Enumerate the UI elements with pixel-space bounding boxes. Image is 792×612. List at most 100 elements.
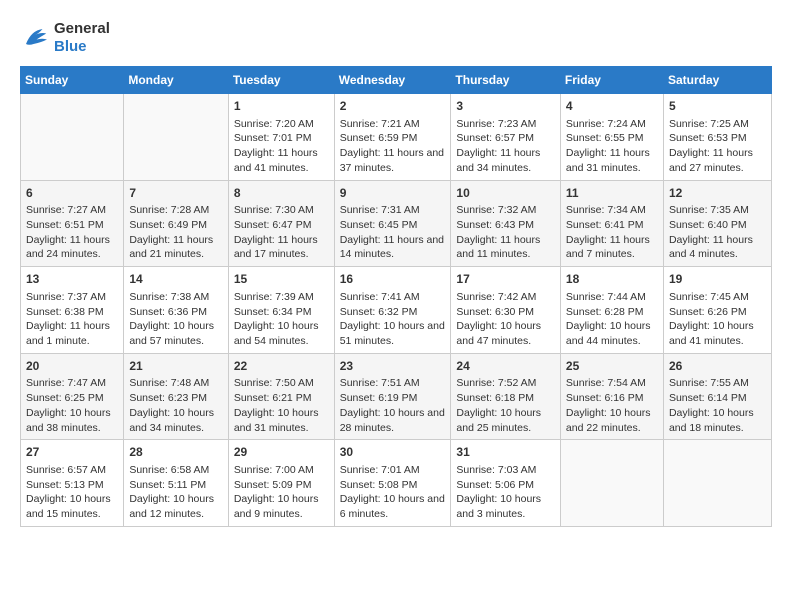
day-info: Sunrise: 7:00 AM	[234, 463, 329, 478]
day-info: Sunset: 6:36 PM	[129, 305, 222, 320]
calendar-table: SundayMondayTuesdayWednesdayThursdayFrid…	[20, 66, 772, 527]
calendar-cell: 23Sunrise: 7:51 AMSunset: 6:19 PMDayligh…	[334, 353, 451, 440]
column-header-sunday: Sunday	[21, 67, 124, 94]
day-info: Daylight: 10 hours and 57 minutes.	[129, 319, 222, 348]
logo: General Blue	[20, 20, 110, 56]
day-number: 17	[456, 271, 555, 288]
day-info: Sunset: 5:08 PM	[340, 478, 446, 493]
day-number: 27	[26, 444, 118, 461]
day-number: 15	[234, 271, 329, 288]
day-number: 6	[26, 185, 118, 202]
day-info: Daylight: 11 hours and 17 minutes.	[234, 233, 329, 262]
calendar-cell: 11Sunrise: 7:34 AMSunset: 6:41 PMDayligh…	[560, 180, 663, 267]
calendar-cell: 1Sunrise: 7:20 AMSunset: 7:01 PMDaylight…	[228, 94, 334, 181]
day-info: Sunset: 6:25 PM	[26, 391, 118, 406]
calendar-cell: 5Sunrise: 7:25 AMSunset: 6:53 PMDaylight…	[663, 94, 771, 181]
calendar-cell: 16Sunrise: 7:41 AMSunset: 6:32 PMDayligh…	[334, 267, 451, 354]
calendar-cell: 10Sunrise: 7:32 AMSunset: 6:43 PMDayligh…	[451, 180, 561, 267]
day-info: Sunrise: 7:47 AM	[26, 376, 118, 391]
calendar-cell: 2Sunrise: 7:21 AMSunset: 6:59 PMDaylight…	[334, 94, 451, 181]
day-info: Sunrise: 7:48 AM	[129, 376, 222, 391]
day-info: Daylight: 10 hours and 12 minutes.	[129, 492, 222, 521]
day-number: 20	[26, 358, 118, 375]
day-info: Sunrise: 7:54 AM	[566, 376, 658, 391]
calendar-cell: 21Sunrise: 7:48 AMSunset: 6:23 PMDayligh…	[124, 353, 228, 440]
calendar-week-row: 6Sunrise: 7:27 AMSunset: 6:51 PMDaylight…	[21, 180, 772, 267]
calendar-cell	[663, 440, 771, 527]
calendar-cell: 25Sunrise: 7:54 AMSunset: 6:16 PMDayligh…	[560, 353, 663, 440]
calendar-cell	[21, 94, 124, 181]
calendar-cell	[124, 94, 228, 181]
day-number: 1	[234, 98, 329, 115]
day-info: Sunset: 5:06 PM	[456, 478, 555, 493]
calendar-cell: 8Sunrise: 7:30 AMSunset: 6:47 PMDaylight…	[228, 180, 334, 267]
day-number: 25	[566, 358, 658, 375]
calendar-cell: 14Sunrise: 7:38 AMSunset: 6:36 PMDayligh…	[124, 267, 228, 354]
day-info: Daylight: 11 hours and 7 minutes.	[566, 233, 658, 262]
day-info: Sunrise: 7:34 AM	[566, 203, 658, 218]
calendar-week-row: 27Sunrise: 6:57 AMSunset: 5:13 PMDayligh…	[21, 440, 772, 527]
calendar-cell: 22Sunrise: 7:50 AMSunset: 6:21 PMDayligh…	[228, 353, 334, 440]
day-info: Sunrise: 7:27 AM	[26, 203, 118, 218]
calendar-cell: 12Sunrise: 7:35 AMSunset: 6:40 PMDayligh…	[663, 180, 771, 267]
day-info: Sunrise: 7:30 AM	[234, 203, 329, 218]
column-header-wednesday: Wednesday	[334, 67, 451, 94]
day-number: 30	[340, 444, 446, 461]
day-info: Sunset: 6:53 PM	[669, 131, 766, 146]
day-info: Sunset: 6:38 PM	[26, 305, 118, 320]
day-info: Sunset: 6:16 PM	[566, 391, 658, 406]
day-info: Sunrise: 7:35 AM	[669, 203, 766, 218]
day-number: 29	[234, 444, 329, 461]
day-info: Sunset: 5:11 PM	[129, 478, 222, 493]
calendar-week-row: 1Sunrise: 7:20 AMSunset: 7:01 PMDaylight…	[21, 94, 772, 181]
day-number: 8	[234, 185, 329, 202]
day-info: Daylight: 11 hours and 1 minute.	[26, 319, 118, 348]
day-info: Daylight: 11 hours and 4 minutes.	[669, 233, 766, 262]
day-info: Daylight: 10 hours and 9 minutes.	[234, 492, 329, 521]
day-number: 23	[340, 358, 446, 375]
day-info: Daylight: 11 hours and 31 minutes.	[566, 146, 658, 175]
day-number: 24	[456, 358, 555, 375]
calendar-cell: 29 Sunrise: 7:00 AMSunset: 5:09 PMDayligh…	[228, 440, 334, 527]
day-info: Daylight: 10 hours and 18 minutes.	[669, 406, 766, 435]
calendar-cell: 31Sunrise: 7:03 AMSunset: 5:06 PMDayligh…	[451, 440, 561, 527]
day-info: Sunrise: 7:55 AM	[669, 376, 766, 391]
day-info: Daylight: 10 hours and 47 minutes.	[456, 319, 555, 348]
day-info: Daylight: 10 hours and 38 minutes.	[26, 406, 118, 435]
day-info: Sunrise: 7:21 AM	[340, 117, 446, 132]
calendar-cell: 13Sunrise: 7:37 AMSunset: 6:38 PMDayligh…	[21, 267, 124, 354]
day-info: Sunrise: 7:39 AM	[234, 290, 329, 305]
day-info: Sunset: 6:40 PM	[669, 218, 766, 233]
calendar-cell: 24Sunrise: 7:52 AMSunset: 6:18 PMDayligh…	[451, 353, 561, 440]
day-info: Sunrise: 7:44 AM	[566, 290, 658, 305]
day-info: Sunset: 6:18 PM	[456, 391, 555, 406]
day-info: Sunset: 6:26 PM	[669, 305, 766, 320]
calendar-cell: 28Sunrise: 6:58 AMSunset: 5:11 PMDayligh…	[124, 440, 228, 527]
day-info: Sunset: 6:14 PM	[669, 391, 766, 406]
day-info: Sunrise: 7:24 AM	[566, 117, 658, 132]
calendar-cell: 18Sunrise: 7:44 AMSunset: 6:28 PMDayligh…	[560, 267, 663, 354]
day-info: Sunset: 6:41 PM	[566, 218, 658, 233]
day-info: Daylight: 11 hours and 41 minutes.	[234, 146, 329, 175]
calendar-week-row: 20Sunrise: 7:47 AMSunset: 6:25 PMDayligh…	[21, 353, 772, 440]
day-number: 14	[129, 271, 222, 288]
day-number: 31	[456, 444, 555, 461]
day-info: Sunrise: 7:50 AM	[234, 376, 329, 391]
day-info: Sunset: 6:57 PM	[456, 131, 555, 146]
day-info: Sunrise: 7:23 AM	[456, 117, 555, 132]
day-info: Daylight: 10 hours and 28 minutes.	[340, 406, 446, 435]
calendar-cell: 26Sunrise: 7:55 AMSunset: 6:14 PMDayligh…	[663, 353, 771, 440]
day-number: 18	[566, 271, 658, 288]
day-number: 11	[566, 185, 658, 202]
calendar-cell	[560, 440, 663, 527]
day-info: Sunset: 6:30 PM	[456, 305, 555, 320]
column-header-thursday: Thursday	[451, 67, 561, 94]
day-info: Sunset: 5:09 PM	[234, 478, 329, 493]
calendar-cell: 30Sunrise: 7:01 AMSunset: 5:08 PMDayligh…	[334, 440, 451, 527]
day-info: Sunset: 6:32 PM	[340, 305, 446, 320]
day-info: Sunset: 6:19 PM	[340, 391, 446, 406]
column-header-monday: Monday	[124, 67, 228, 94]
day-info: Daylight: 10 hours and 31 minutes.	[234, 406, 329, 435]
day-info: Daylight: 11 hours and 11 minutes.	[456, 233, 555, 262]
day-info: Sunset: 6:23 PM	[129, 391, 222, 406]
